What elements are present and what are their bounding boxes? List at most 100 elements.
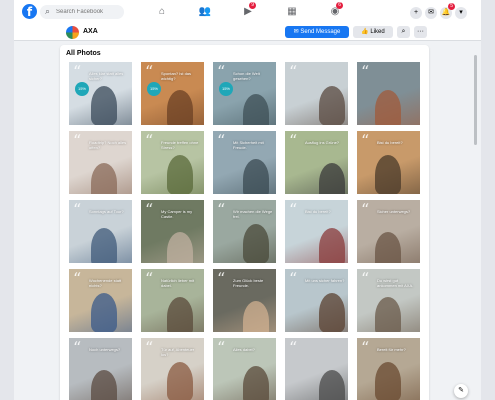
quote-mark: “ bbox=[145, 131, 154, 150]
photo-caption: Bereit für mehr? bbox=[377, 347, 406, 352]
liked-button[interactable]: 👍 Liked bbox=[353, 26, 393, 38]
photo-thumbnail[interactable]: “ Sonntags auf Tour? bbox=[69, 200, 132, 263]
photo-thumbnail[interactable]: “ Wochenende statt nichts? bbox=[69, 269, 132, 332]
tab-groups[interactable]: ◉ 6 bbox=[323, 2, 347, 21]
more-options-button[interactable]: ··· bbox=[414, 26, 427, 38]
photo-subject bbox=[167, 297, 193, 332]
quote-mark: “ bbox=[217, 200, 226, 219]
photo-thumbnail[interactable]: “ Bereit für mehr? bbox=[357, 338, 420, 400]
photo-thumbnail[interactable]: “ Alles klar statt alles sicher? 15% bbox=[69, 62, 132, 125]
page-avatar[interactable] bbox=[66, 26, 79, 39]
tab-watch[interactable]: ▶ 9 bbox=[236, 2, 260, 21]
quote-mark: “ bbox=[217, 338, 226, 357]
photo-thumbnail[interactable]: “ Natürlich lieber mit dabei. bbox=[141, 269, 204, 332]
photo-subject bbox=[91, 370, 117, 400]
tab-friends[interactable]: 👥 bbox=[193, 3, 217, 21]
notifications-button[interactable]: 🔔 5 bbox=[440, 3, 455, 19]
photo-thumbnail[interactable]: “ My Camper is my Castle. bbox=[141, 200, 204, 263]
search-input[interactable] bbox=[56, 6, 120, 17]
page-search-button[interactable]: ⌕ bbox=[397, 26, 410, 38]
photo-thumbnail[interactable]: “ Bist du bereit? bbox=[357, 131, 420, 194]
photo-subject bbox=[319, 370, 345, 400]
notification-badge: 6 bbox=[336, 2, 343, 9]
photo-subject bbox=[243, 301, 269, 332]
browser-frame: f ⌕ ⌂ 👥 ▶9 ▦ ◉6 + ✉ 🔔5 ▾ AXA ✉ Send Message 👍 L… bbox=[14, 0, 481, 400]
quote-mark: “ bbox=[73, 200, 82, 219]
photo-caption: Freunde treffen ohne Stress? bbox=[161, 140, 199, 150]
photo-thumbnail[interactable]: “ Mit Sicherheit mit Freude. bbox=[213, 131, 276, 194]
new-message-button[interactable]: ✎ bbox=[454, 384, 468, 398]
quote-mark: “ bbox=[145, 338, 154, 357]
send-message-label: Send Message bbox=[300, 29, 341, 35]
photo-thumbnail[interactable]: “ Roadtrip? Noch alles offen? bbox=[69, 131, 132, 194]
photo-subject bbox=[167, 155, 193, 194]
photo-caption: Alles klar statt alles sicher? bbox=[89, 71, 124, 81]
photo-caption: My Camper is my Castle. bbox=[161, 209, 193, 219]
photo-subject bbox=[319, 163, 345, 194]
photo-subject bbox=[375, 297, 401, 332]
photo-subject bbox=[375, 155, 401, 194]
create-icon: + bbox=[413, 9, 419, 16]
photo-caption: Alles dabei? bbox=[233, 347, 255, 352]
discount-badge: 15% bbox=[75, 82, 89, 96]
photo-thumbnail[interactable]: “ bbox=[285, 338, 348, 400]
photo-subject bbox=[319, 228, 345, 263]
photo-thumbnail[interactable]: “ Alles dabei? bbox=[213, 338, 276, 400]
quote-mark: “ bbox=[361, 62, 370, 81]
photo-caption: Mit uns sicher fahren? bbox=[305, 278, 345, 283]
create-button[interactable]: + bbox=[410, 7, 422, 19]
photo-caption: Wir machen die Wege frei. bbox=[233, 209, 273, 219]
tab-home[interactable]: ⌂ bbox=[150, 3, 174, 21]
discount-badge: 15% bbox=[219, 82, 233, 96]
scrollbar[interactable] bbox=[474, 55, 477, 145]
photo-caption: Roadtrip? Noch alles offen? bbox=[89, 140, 127, 150]
photo-caption: Bist du bereit? bbox=[377, 140, 403, 145]
photo-subject bbox=[167, 362, 193, 400]
quote-mark: “ bbox=[361, 200, 370, 219]
photo-thumbnail[interactable]: “ bbox=[285, 62, 348, 125]
quote-mark: “ bbox=[361, 131, 370, 150]
search-box[interactable]: ⌕ bbox=[40, 5, 124, 19]
photo-caption: Spontan? Ist das wichtig? bbox=[161, 71, 192, 81]
notifications-icon: 🔔 bbox=[441, 9, 451, 16]
messenger-button[interactable]: ✉ bbox=[425, 7, 437, 19]
facebook-logo-icon[interactable]: f bbox=[22, 4, 37, 19]
photo-thumbnail[interactable]: “ Du wirst gut ankommen mit AXA. bbox=[357, 269, 420, 332]
photo-caption: Ausflug ins Grüne? bbox=[305, 140, 340, 145]
send-message-button[interactable]: ✉ Send Message bbox=[285, 26, 349, 38]
search-icon: ⌕ bbox=[45, 6, 51, 16]
quote-mark: “ bbox=[361, 338, 370, 357]
photo-subject bbox=[319, 293, 345, 332]
page-name[interactable]: AXA bbox=[83, 28, 98, 35]
photo-thumbnail[interactable]: “ Spontan? Ist das wichtig? 15% bbox=[141, 62, 204, 125]
photo-caption: Tür auf, Abenteuer los? bbox=[161, 347, 195, 357]
quote-mark: “ bbox=[73, 338, 82, 357]
tab-marketplace[interactable]: ▦ bbox=[280, 3, 304, 21]
discount-badge: 15% bbox=[147, 82, 161, 96]
photo-caption: Du wirst gut ankommen mit AXA. bbox=[377, 278, 414, 288]
photo-thumbnail[interactable]: “ Mit uns sicher fahren? bbox=[285, 269, 348, 332]
photo-subject bbox=[243, 159, 269, 194]
photo-thumbnail[interactable]: “ bbox=[357, 62, 420, 125]
photo-subject bbox=[91, 228, 117, 263]
quote-mark: “ bbox=[289, 131, 298, 150]
photo-thumbnail[interactable]: “ Ausflug ins Grüne? bbox=[285, 131, 348, 194]
photo-thumbnail[interactable]: “ Noch unterwegs? bbox=[69, 338, 132, 400]
photo-subject bbox=[243, 224, 269, 263]
photo-subject bbox=[243, 366, 269, 400]
photo-subject bbox=[91, 163, 117, 194]
notification-badge: 9 bbox=[249, 2, 256, 9]
photo-caption: Schon die Welt gesehen? bbox=[233, 71, 260, 81]
photo-thumbnail[interactable]: “ Zum Glück beste Freunde. bbox=[213, 269, 276, 332]
photo-thumbnail[interactable]: “ Tür auf, Abenteuer los? bbox=[141, 338, 204, 400]
photo-thumbnail[interactable]: “ Bist du bereit? bbox=[285, 200, 348, 263]
photo-thumbnail[interactable]: “ Wir machen die Wege frei. bbox=[213, 200, 276, 263]
quote-mark: “ bbox=[145, 269, 154, 288]
photo-thumbnail[interactable]: “ Sicher unterwegs? bbox=[357, 200, 420, 263]
quote-mark: “ bbox=[73, 62, 82, 81]
page-header: AXA ✉ Send Message 👍 Liked ⌕ ··· bbox=[14, 26, 481, 45]
photo-thumbnail[interactable]: “ Schon die Welt gesehen? 15% bbox=[213, 62, 276, 125]
account-button[interactable]: ▾ bbox=[455, 7, 467, 19]
photo-thumbnail[interactable]: “ Freunde treffen ohne Stress? bbox=[141, 131, 204, 194]
photo-caption: Bist du bereit? bbox=[305, 209, 331, 214]
